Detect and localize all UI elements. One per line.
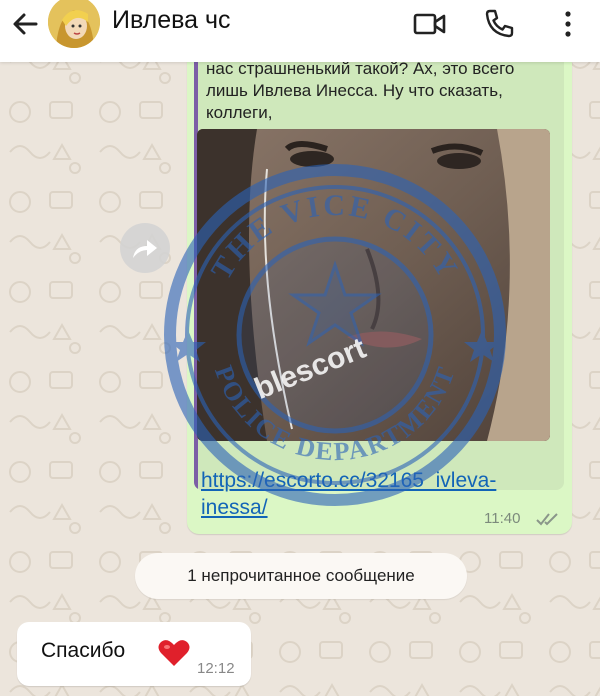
avatar[interactable] xyxy=(48,0,100,48)
heart-icon xyxy=(158,640,190,666)
message-time: 11:40 xyxy=(484,510,521,527)
double-check-icon xyxy=(536,513,558,526)
incoming-message-bubble[interactable]: Спасибо 12:12 xyxy=(17,622,251,686)
chat-header: Ивлева чс xyxy=(0,0,600,62)
quoted-message[interactable]: нас страшненький такой? Ах, это всего ли… xyxy=(194,50,564,490)
unread-messages-banner: 1 непрочитанное сообщение xyxy=(135,553,467,599)
phone-icon[interactable] xyxy=(479,4,519,44)
forward-button[interactable] xyxy=(120,223,170,273)
arrow-left-icon[interactable] xyxy=(6,5,46,45)
outgoing-message-bubble[interactable]: нас страшненький такой? Ах, это всего ли… xyxy=(187,44,572,534)
contact-name[interactable]: Ивлева чс xyxy=(112,6,231,35)
incoming-message-time: 12:12 xyxy=(197,660,235,677)
link-preview-image[interactable] xyxy=(197,129,550,441)
incoming-message-text: Спасибо xyxy=(41,639,126,662)
video-call-icon[interactable] xyxy=(410,4,450,44)
forward-icon xyxy=(133,240,157,258)
more-vert-icon[interactable] xyxy=(548,4,588,44)
quoted-text: нас страшненький такой? Ах, это всего ли… xyxy=(206,59,515,122)
